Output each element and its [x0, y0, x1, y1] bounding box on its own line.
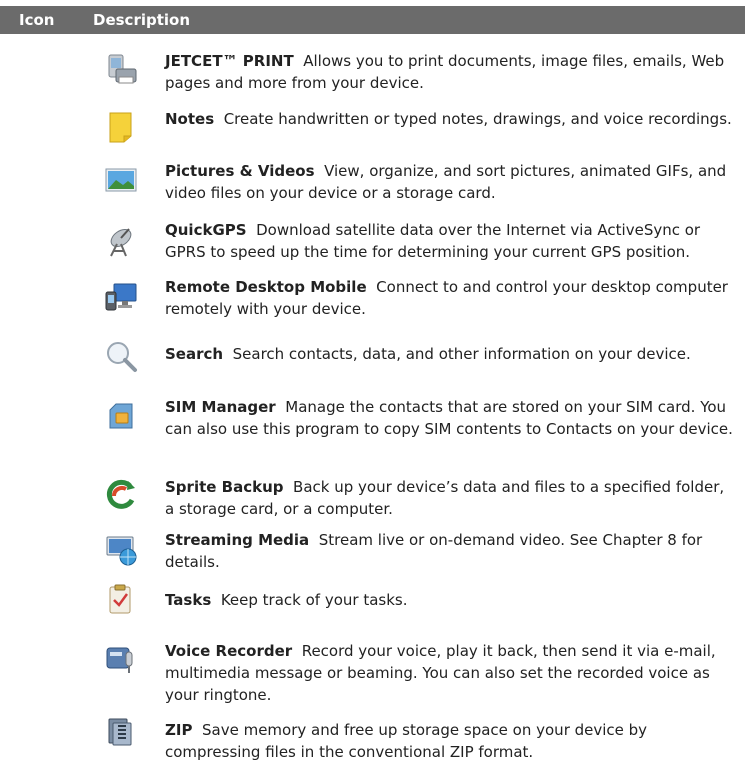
notes-icon: [109, 112, 132, 143]
app-description: Save memory and free up storage space on…: [165, 721, 648, 761]
row-description: Tasks Keep track of your tasks.: [165, 589, 735, 611]
printer-phone-icon: [108, 54, 137, 84]
row-description: Streaming Media Stream live or on-demand…: [165, 529, 735, 573]
icon-column-header: Icon: [19, 11, 55, 29]
app-name: JETCET™ PRINT: [165, 52, 294, 70]
row-description: Pictures & Videos View, organize, and so…: [165, 160, 735, 204]
row-description: JETCET™ PRINT Allows you to print docume…: [165, 50, 735, 94]
search-icon: [107, 342, 137, 372]
sim-card-icon: [109, 403, 133, 429]
app-description: Search contacts, data, and other informa…: [232, 345, 691, 363]
satellite-icon: [110, 228, 132, 257]
row-description: SIM Manager Manage the contacts that are…: [165, 396, 735, 440]
tasks-icon: [109, 584, 131, 614]
pictures-icon: [105, 168, 137, 192]
description-column-header: Description: [93, 11, 191, 29]
app-name: Sprite Backup: [165, 478, 284, 496]
row-description: ZIP Save memory and free up storage spac…: [165, 719, 735, 763]
app-description: Create handwritten or typed notes, drawi…: [223, 110, 732, 128]
zip-icon: [108, 718, 132, 746]
app-name: Search: [165, 345, 224, 363]
backup-icon: [106, 479, 135, 509]
row-description: QuickGPS Download satellite data over th…: [165, 219, 735, 263]
app-name: Streaming Media: [165, 531, 310, 549]
row-description: Remote Desktop Mobile Connect to and con…: [165, 276, 735, 320]
remote-desktop-icon: [105, 283, 137, 311]
app-name: QuickGPS: [165, 221, 247, 239]
voice-recorder-icon: [106, 647, 133, 673]
streaming-media-icon: [106, 536, 137, 566]
app-name: SIM Manager: [165, 398, 276, 416]
app-description: Keep track of your tasks.: [220, 591, 408, 609]
app-name: Tasks: [165, 591, 212, 609]
row-description: Sprite Backup Back up your device’s data…: [165, 476, 735, 520]
app-name: Pictures & Videos: [165, 162, 315, 180]
table-header: Icon Description: [0, 6, 745, 34]
row-description: Notes Create handwritten or typed notes,…: [165, 108, 735, 130]
app-name: Remote Desktop Mobile: [165, 278, 367, 296]
row-description: Search Search contacts, data, and other …: [165, 343, 735, 365]
app-name: Notes: [165, 110, 215, 128]
app-name: ZIP: [165, 721, 193, 739]
row-description: Voice Recorder Record your voice, play i…: [165, 640, 735, 706]
app-name: Voice Recorder: [165, 642, 293, 660]
